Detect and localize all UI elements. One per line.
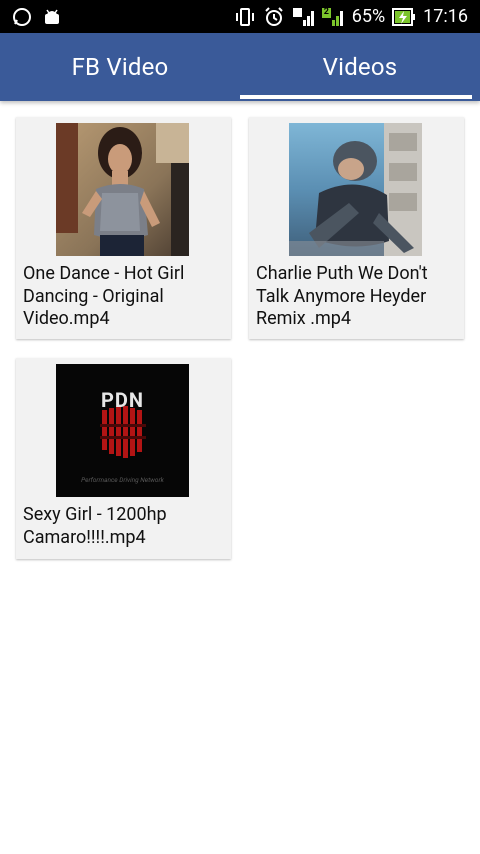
- video-title: One Dance - Hot Girl Dancing - Original …: [23, 263, 185, 329]
- tab-videos[interactable]: Videos: [240, 33, 480, 101]
- signal-sim2-icon: 2: [321, 6, 345, 28]
- status-bar: 2 65% 17:16: [0, 0, 480, 33]
- tab-selected-indicator: [240, 95, 472, 99]
- signal-sim1-icon: [292, 6, 314, 28]
- chat-bubble-icon: [12, 7, 32, 31]
- vibrate-icon: [234, 6, 256, 28]
- battery-percent: 65%: [351, 6, 386, 27]
- video-card[interactable]: PDN Performance Driving Network Sexy Gir…: [16, 358, 231, 559]
- sim2-label: 2: [323, 6, 329, 17]
- battery-charging-icon: [392, 6, 416, 28]
- video-card[interactable]: One Dance - Hot Girl Dancing - Original …: [16, 117, 231, 339]
- tab-bar: FB Video Videos: [0, 33, 480, 101]
- thumbnail-caption-text: Performance Driving Network: [81, 476, 164, 484]
- thumbnail-logo-text: PDN: [101, 388, 144, 412]
- video-card[interactable]: Charlie Puth We Don't Talk Anymore Heyde…: [249, 117, 464, 339]
- video-thumbnail: PDN Performance Driving Network: [56, 364, 189, 497]
- video-thumbnail: [56, 123, 189, 256]
- tab-fb-video[interactable]: FB Video: [0, 33, 240, 101]
- video-thumbnail: [289, 123, 422, 256]
- android-icon: [42, 7, 62, 31]
- alarm-icon: [263, 6, 285, 28]
- video-title: Sexy Girl - 1200hp Camaro!!!!.mp4: [23, 504, 167, 548]
- tab-videos-label: Videos: [322, 53, 398, 81]
- clock-time: 17:16: [423, 6, 468, 27]
- video-title: Charlie Puth We Don't Talk Anymore Heyde…: [256, 263, 428, 329]
- tab-fb-video-label: FB Video: [71, 53, 169, 81]
